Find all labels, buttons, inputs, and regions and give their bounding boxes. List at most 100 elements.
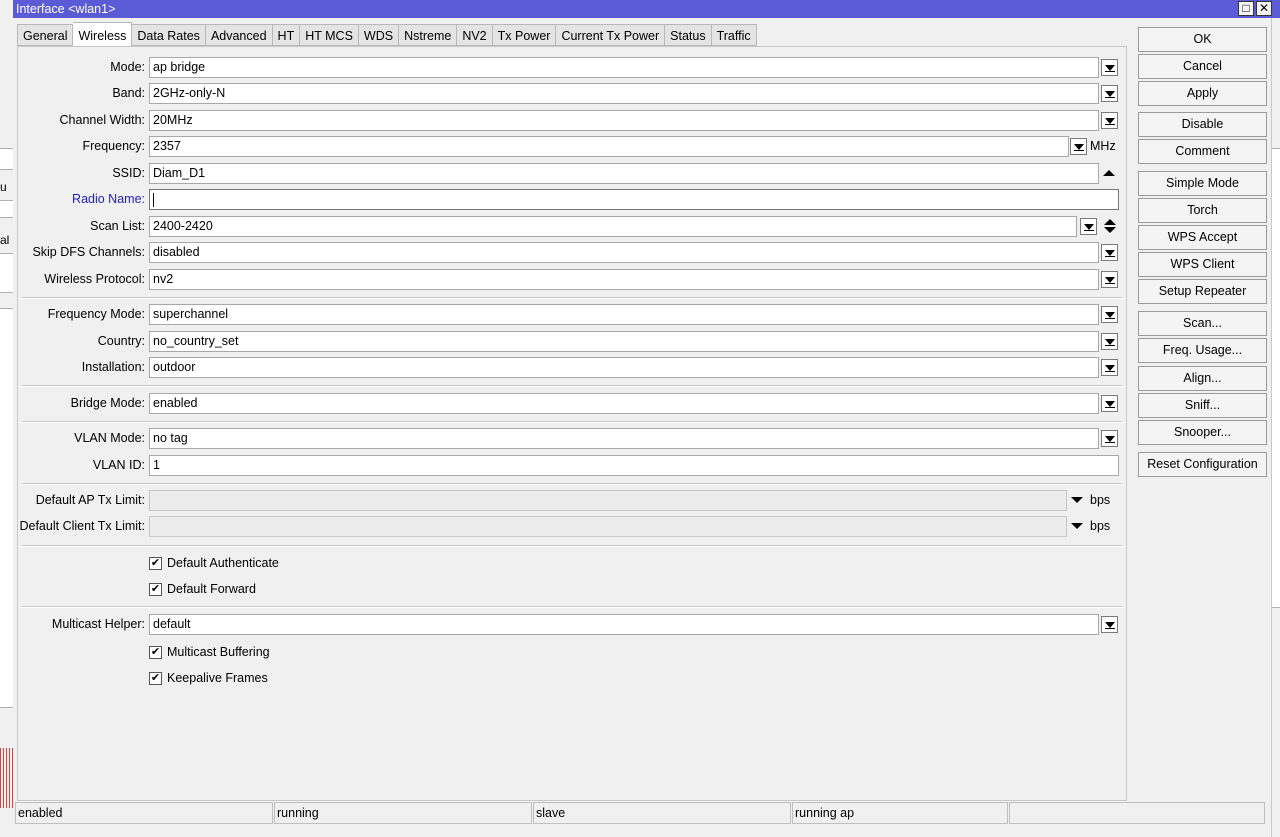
setup-repeater-button[interactable]: Setup Repeater bbox=[1138, 279, 1267, 304]
scan-list-dropdown-icon[interactable] bbox=[1080, 218, 1097, 235]
sniff-button[interactable]: Sniff... bbox=[1138, 393, 1267, 418]
background-list bbox=[0, 308, 13, 708]
frequency-mode-dropdown-icon[interactable] bbox=[1101, 306, 1118, 323]
vlan-mode-dropdown-icon[interactable] bbox=[1101, 430, 1118, 447]
wps-client-button[interactable]: WPS Client bbox=[1138, 252, 1267, 277]
skip-dfs-dropdown-icon[interactable] bbox=[1101, 244, 1118, 261]
frequency-dropdown-icon[interactable] bbox=[1070, 138, 1087, 155]
checkbox-check-icon[interactable]: ✔ bbox=[149, 583, 162, 596]
window-titlebar[interactable]: Interface <wlan1> □ ✕ bbox=[13, 0, 1280, 18]
tab-current-tx-power[interactable]: Current Tx Power bbox=[556, 24, 666, 46]
skip-dfs-select[interactable]: disabled bbox=[149, 242, 1099, 263]
tab-advanced[interactable]: Advanced bbox=[205, 24, 273, 46]
country-label: Country: bbox=[97, 334, 145, 348]
bridge-mode-dropdown-icon[interactable] bbox=[1101, 395, 1118, 412]
background-row bbox=[0, 253, 13, 293]
radio-name-input[interactable] bbox=[149, 189, 1119, 210]
default-ap-tx-limit-input[interactable] bbox=[149, 490, 1067, 511]
default-client-tx-limit-expand-icon[interactable] bbox=[1071, 523, 1083, 529]
tab-nv2[interactable]: NV2 bbox=[457, 24, 493, 46]
band-dropdown-icon[interactable] bbox=[1101, 85, 1118, 102]
channel-width-select[interactable]: 20MHz bbox=[149, 110, 1099, 131]
tab-bar: General Wireless Data Rates Advanced HT … bbox=[17, 22, 757, 46]
torch-button[interactable]: Torch bbox=[1138, 198, 1267, 223]
background-window-left: u al bbox=[0, 18, 13, 837]
wireless-panel: Mode: ap bridge Band: 2GHz-only-N Channe… bbox=[17, 46, 1127, 801]
default-ap-tx-limit-expand-icon[interactable] bbox=[1071, 497, 1083, 503]
separator bbox=[22, 606, 1122, 608]
tab-data-rates[interactable]: Data Rates bbox=[132, 24, 206, 46]
ssid-collapse-icon[interactable] bbox=[1103, 170, 1115, 176]
country-select[interactable]: no_country_set bbox=[149, 331, 1099, 352]
wireless-protocol-select[interactable]: nv2 bbox=[149, 269, 1099, 290]
cancel-button[interactable]: Cancel bbox=[1138, 54, 1267, 79]
multicast-helper-select[interactable]: default bbox=[149, 614, 1099, 635]
tab-status[interactable]: Status bbox=[665, 24, 712, 46]
vlan-mode-select[interactable]: no tag bbox=[149, 428, 1099, 449]
channel-width-dropdown-icon[interactable] bbox=[1101, 112, 1118, 129]
wireless-protocol-dropdown-icon[interactable] bbox=[1101, 271, 1118, 288]
multicast-buffering-label: Multicast Buffering bbox=[167, 645, 270, 659]
wireless-protocol-label: Wireless Protocol: bbox=[44, 272, 145, 286]
default-client-tx-limit-unit: bps bbox=[1090, 519, 1111, 533]
scan-list-select[interactable]: 2400-2420 bbox=[149, 216, 1077, 237]
wps-accept-button[interactable]: WPS Accept bbox=[1138, 225, 1267, 250]
band-select[interactable]: 2GHz-only-N bbox=[149, 83, 1099, 104]
mode-select[interactable]: ap bridge bbox=[149, 57, 1099, 78]
bridge-mode-label: Bridge Mode: bbox=[70, 396, 145, 410]
ok-button[interactable]: OK bbox=[1138, 27, 1267, 52]
background-text: al bbox=[0, 233, 10, 247]
frequency-mode-select[interactable]: superchannel bbox=[149, 304, 1099, 325]
vlan-id-input[interactable]: 1 bbox=[149, 455, 1119, 476]
checkbox-check-icon[interactable]: ✔ bbox=[149, 646, 162, 659]
frequency-mode-label: Frequency Mode: bbox=[47, 307, 145, 321]
apply-button[interactable]: Apply bbox=[1138, 81, 1267, 106]
tab-ht-mcs[interactable]: HT MCS bbox=[300, 24, 359, 46]
ssid-label: SSID: bbox=[112, 166, 145, 180]
mode-dropdown-icon[interactable] bbox=[1101, 59, 1118, 76]
freq-usage-button[interactable]: Freq. Usage... bbox=[1138, 338, 1267, 363]
country-dropdown-icon[interactable] bbox=[1101, 333, 1118, 350]
ssid-input[interactable]: Diam_D1 bbox=[149, 163, 1099, 184]
disable-button[interactable]: Disable bbox=[1138, 112, 1267, 137]
close-icon[interactable]: ✕ bbox=[1256, 1, 1272, 16]
mode-label: Mode: bbox=[110, 60, 145, 74]
checkbox-check-icon[interactable]: ✔ bbox=[149, 672, 162, 685]
separator bbox=[22, 297, 1122, 299]
installation-select[interactable]: outdoor bbox=[149, 357, 1099, 378]
tab-nstreme[interactable]: Nstreme bbox=[399, 24, 458, 46]
separator bbox=[22, 421, 1122, 423]
snooper-button[interactable]: Snooper... bbox=[1138, 420, 1267, 445]
default-client-tx-limit-input[interactable] bbox=[149, 516, 1067, 537]
checkbox-check-icon[interactable]: ✔ bbox=[149, 557, 162, 570]
simple-mode-button[interactable]: Simple Mode bbox=[1138, 171, 1267, 196]
window-title: Interface <wlan1> bbox=[16, 2, 116, 16]
separator bbox=[22, 483, 1122, 485]
tab-wds[interactable]: WDS bbox=[358, 24, 400, 46]
tab-general[interactable]: General bbox=[17, 24, 74, 46]
separator bbox=[22, 385, 1122, 387]
multicast-helper-dropdown-icon[interactable] bbox=[1101, 616, 1118, 633]
comment-button[interactable]: Comment bbox=[1138, 139, 1267, 164]
vlan-id-label: VLAN ID: bbox=[92, 458, 145, 472]
tab-tx-power[interactable]: Tx Power bbox=[492, 24, 557, 46]
maximize-icon[interactable]: □ bbox=[1238, 1, 1254, 16]
background-list bbox=[1272, 148, 1280, 608]
default-client-tx-limit-label: Default Client Tx Limit: bbox=[19, 519, 145, 533]
installation-label: Installation: bbox=[81, 360, 145, 374]
channel-width-label: Channel Width: bbox=[59, 113, 145, 127]
align-button[interactable]: Align... bbox=[1138, 366, 1267, 391]
scan-button[interactable]: Scan... bbox=[1138, 311, 1267, 336]
band-label: Band: bbox=[112, 86, 145, 100]
default-authenticate-label: Default Authenticate bbox=[167, 556, 279, 570]
tab-wireless[interactable]: Wireless bbox=[73, 22, 133, 46]
frequency-select[interactable]: 2357 bbox=[149, 136, 1069, 157]
interface-dialog: General Wireless Data Rates Advanced HT … bbox=[13, 18, 1271, 837]
scan-list-add-remove-icon[interactable] bbox=[1103, 218, 1117, 235]
installation-dropdown-icon[interactable] bbox=[1101, 359, 1118, 376]
reset-configuration-button[interactable]: Reset Configuration bbox=[1138, 452, 1267, 477]
tab-ht[interactable]: HT bbox=[272, 24, 301, 46]
tab-traffic[interactable]: Traffic bbox=[711, 24, 757, 46]
bridge-mode-select[interactable]: enabled bbox=[149, 393, 1099, 414]
background-window-right bbox=[1271, 18, 1280, 837]
